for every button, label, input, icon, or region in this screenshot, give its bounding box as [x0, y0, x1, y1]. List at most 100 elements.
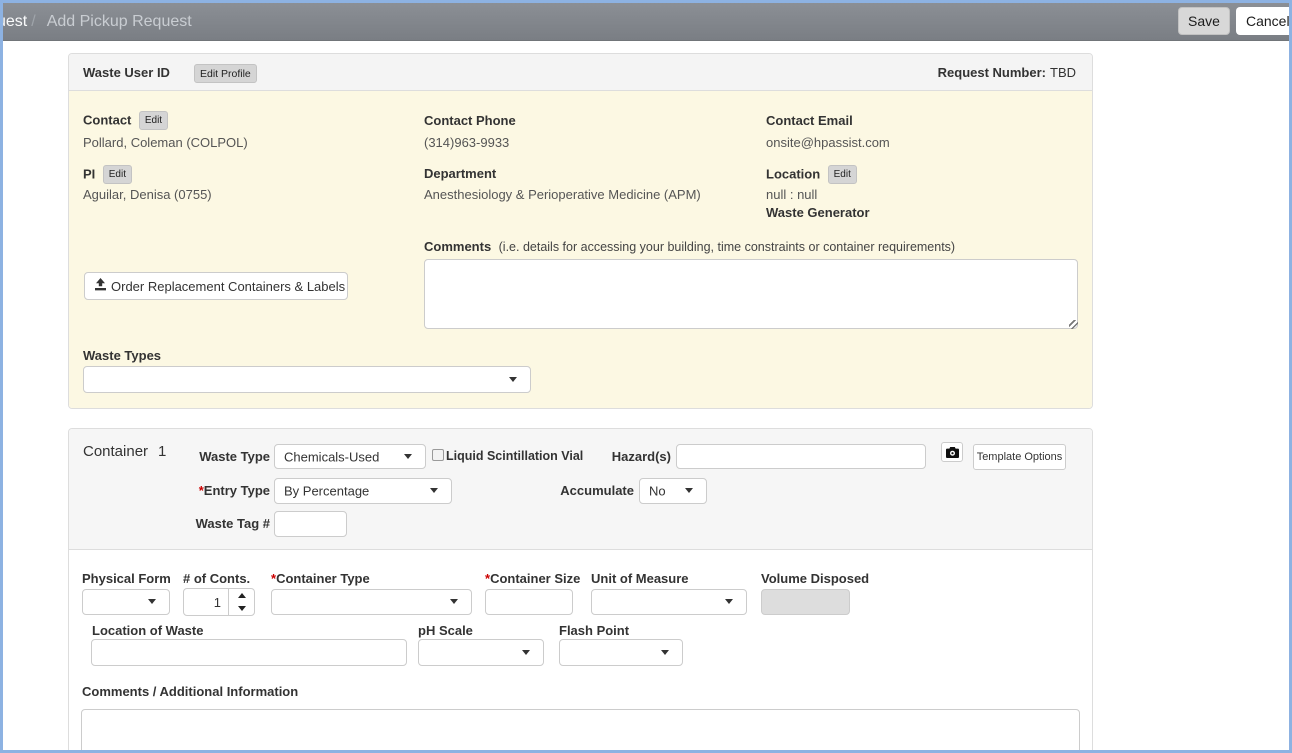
- upload-icon: [94, 278, 107, 291]
- waste-user-id-panel-body: Contact Edit Pollard, Coleman (COLPOL) P…: [69, 91, 1092, 408]
- edit-pi-button[interactable]: Edit: [103, 165, 132, 184]
- chevron-down-icon: [450, 599, 458, 604]
- container-size-input[interactable]: [485, 589, 573, 615]
- waste-type-select-value: Chemicals-Used: [284, 449, 379, 464]
- textarea-resize-grip[interactable]: [1069, 320, 1078, 329]
- request-number: Request Number: TBD: [938, 65, 1076, 80]
- hazards-input[interactable]: [676, 444, 926, 469]
- save-button[interactable]: Save: [1178, 7, 1230, 35]
- accumulate-select[interactable]: No: [639, 478, 707, 504]
- location-of-waste-input[interactable]: [91, 639, 407, 666]
- entry-type-select[interactable]: By Percentage: [274, 478, 452, 504]
- comments-label-row: Comments (i.e. details for accessing you…: [424, 238, 955, 256]
- contact-email-label: Contact Email: [766, 113, 853, 128]
- unit-of-measure-select[interactable]: [591, 589, 747, 615]
- pi-label-row: PI Edit: [83, 165, 132, 184]
- contact-label-row: Contact Edit: [83, 111, 168, 130]
- spinner-up-button[interactable]: [229, 589, 254, 602]
- waste-user-id-panel: Waste User ID Edit Profile Request Numbe…: [68, 53, 1093, 409]
- waste-tag-input[interactable]: [274, 511, 347, 537]
- num-conts-input[interactable]: [183, 588, 229, 616]
- location-of-waste-label: Location of Waste: [92, 623, 203, 638]
- chevron-down-icon: [685, 488, 693, 493]
- department-value: Anesthesiology & Perioperative Medicine …: [424, 187, 701, 202]
- request-number-value: TBD: [1050, 65, 1076, 80]
- department-label: Department: [424, 166, 496, 181]
- chevron-down-icon: [509, 377, 517, 382]
- waste-user-id-panel-header: Waste User ID Edit Profile Request Numbe…: [69, 54, 1092, 91]
- num-conts-spinner: [228, 588, 255, 616]
- camera-icon: [946, 447, 959, 458]
- chevron-down-icon: [522, 650, 530, 655]
- num-conts-label: # of Conts.: [183, 571, 250, 586]
- container-comments-textarea[interactable]: [81, 709, 1080, 753]
- accumulate-select-value: No: [649, 484, 666, 499]
- container-type-select[interactable]: [271, 589, 472, 615]
- physical-form-label: Physical Form: [82, 571, 171, 586]
- chevron-down-icon: [725, 599, 733, 604]
- location-value: null : null: [766, 187, 817, 202]
- physical-form-select[interactable]: [82, 589, 170, 615]
- unit-of-measure-label: Unit of Measure: [591, 571, 689, 586]
- entry-type-select-value: By Percentage: [284, 484, 369, 499]
- add-pickup-request-page: uest/Add Pickup Request Save Cancel Wast…: [0, 0, 1292, 753]
- breadcrumb-separator: /: [27, 13, 46, 30]
- cancel-button[interactable]: Cancel: [1236, 7, 1289, 35]
- liquid-scintillation-vial-checkbox[interactable]: [432, 449, 444, 461]
- chevron-down-icon: [430, 488, 438, 493]
- page-title: Add Pickup Request: [47, 13, 192, 30]
- comments-textarea[interactable]: [424, 259, 1078, 329]
- volume-disposed-label: Volume Disposed: [761, 571, 869, 586]
- ph-scale-select[interactable]: [418, 639, 544, 666]
- edit-contact-button[interactable]: Edit: [139, 111, 168, 130]
- container-1-panel: Container1 Waste Type Chemicals-Used Liq…: [68, 428, 1093, 753]
- pi-label: PI: [83, 167, 95, 182]
- location-label-row: Location Edit: [766, 165, 857, 184]
- container-type-label-text: Container Type: [276, 571, 370, 586]
- flash-point-select[interactable]: [559, 639, 683, 666]
- container-panel-body: Physical Form # of Conts. *Container Typ…: [69, 550, 1092, 753]
- entry-type-label-text: Entry Type: [204, 483, 270, 498]
- edit-location-button[interactable]: Edit: [828, 165, 857, 184]
- chevron-down-icon: [148, 599, 156, 604]
- volume-disposed-input: [761, 589, 850, 615]
- camera-button[interactable]: [941, 442, 963, 462]
- contact-phone-value: (314)963-9933: [424, 135, 509, 150]
- entry-type-label: *Entry Type: [129, 478, 270, 504]
- spinner-up-icon: [238, 593, 246, 598]
- spinner-down-button[interactable]: [229, 602, 254, 615]
- contact-label: Contact: [83, 113, 131, 128]
- waste-types-select[interactable]: [83, 366, 531, 393]
- breadcrumb-previous-fragment[interactable]: uest: [3, 13, 27, 30]
- location-label: Location: [766, 167, 820, 182]
- waste-generator-label: Waste Generator: [766, 205, 870, 220]
- chevron-down-icon: [404, 454, 412, 459]
- contact-value: Pollard, Coleman (COLPOL): [83, 135, 248, 150]
- top-action-bar: uest/Add Pickup Request Save Cancel: [3, 3, 1289, 41]
- flash-point-label: Flash Point: [559, 623, 629, 638]
- accumulate-label: Accumulate: [529, 478, 634, 504]
- chevron-down-icon: [661, 650, 669, 655]
- container-size-label-text: Container Size: [490, 571, 580, 586]
- waste-type-select[interactable]: Chemicals-Used: [274, 444, 426, 469]
- contact-email-value: onsite@hpassist.com: [766, 135, 890, 150]
- pi-value: Aguilar, Denisa (0755): [83, 187, 212, 202]
- contact-phone-label: Contact Phone: [424, 113, 516, 128]
- order-replacement-button[interactable]: Order Replacement Containers & Labels: [84, 272, 348, 300]
- order-replacement-label: Order Replacement Containers & Labels: [111, 279, 345, 294]
- template-options-button[interactable]: Template Options: [973, 444, 1066, 470]
- container-size-label: *Container Size: [485, 571, 580, 586]
- edit-profile-button[interactable]: Edit Profile: [194, 64, 257, 83]
- panel-title: Waste User ID: [83, 65, 170, 80]
- comments-label: Comments: [424, 239, 491, 254]
- ph-scale-label: pH Scale: [418, 623, 473, 638]
- comments-hint: (i.e. details for accessing your buildin…: [499, 240, 955, 254]
- container-panel-header: Container1 Waste Type Chemicals-Used Liq…: [69, 429, 1092, 550]
- request-number-label: Request Number:: [938, 65, 1046, 80]
- container-type-label: *Container Type: [271, 571, 370, 586]
- hazards-label: Hazard(s): [550, 444, 671, 469]
- breadcrumb: uest/Add Pickup Request: [3, 3, 192, 41]
- waste-types-label: Waste Types: [83, 348, 161, 363]
- waste-tag-label: Waste Tag #: [129, 511, 270, 537]
- spinner-down-icon: [238, 606, 246, 611]
